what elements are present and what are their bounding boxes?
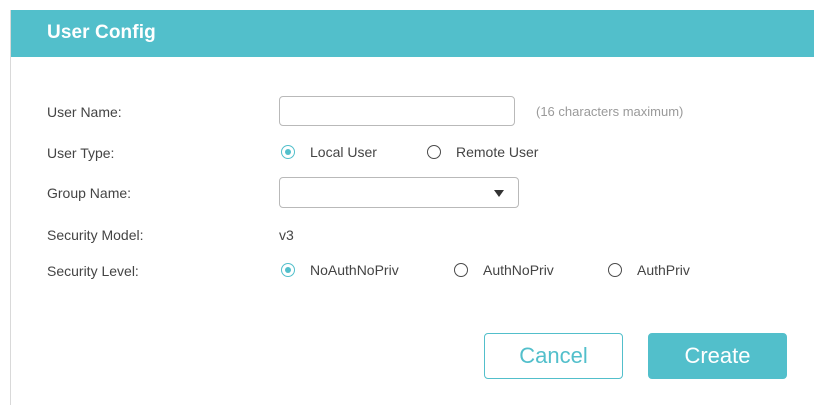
security-model-label: Security Model:	[47, 227, 144, 243]
user-name-input[interactable]	[279, 96, 515, 126]
radio-unchecked-icon	[454, 263, 468, 277]
radio-checked-icon	[281, 263, 295, 277]
security-level-label: Security Level:	[47, 263, 139, 279]
user-config-panel: User Config User Name: (16 characters ma…	[10, 10, 814, 405]
user-type-local-label: Local User	[310, 144, 377, 160]
user-name-label: User Name:	[47, 104, 122, 120]
group-name-label: Group Name:	[47, 185, 132, 201]
user-name-hint: (16 characters maximum)	[536, 104, 684, 119]
user-type-remote-label: Remote User	[456, 144, 539, 160]
radio-unchecked-icon	[608, 263, 622, 277]
group-name-select[interactable]	[279, 177, 519, 208]
radio-unchecked-icon	[427, 145, 441, 159]
panel-header: User Config	[11, 10, 814, 57]
user-type-local-radio[interactable]: Local User	[281, 144, 377, 160]
security-level-noauthnopriv-radio[interactable]: NoAuthNoPriv	[281, 262, 399, 278]
security-level-authpriv-label: AuthPriv	[637, 262, 690, 278]
security-level-authnopriv-label: AuthNoPriv	[483, 262, 554, 278]
cancel-button[interactable]: Cancel	[484, 333, 623, 379]
create-button[interactable]: Create	[648, 333, 787, 379]
security-level-authpriv-radio[interactable]: AuthPriv	[608, 262, 690, 278]
radio-checked-icon	[281, 145, 295, 159]
security-level-authnopriv-radio[interactable]: AuthNoPriv	[454, 262, 554, 278]
panel-title: User Config	[47, 22, 156, 43]
security-model-value: v3	[279, 227, 294, 243]
user-type-label: User Type:	[47, 145, 115, 161]
user-type-remote-radio[interactable]: Remote User	[427, 144, 538, 160]
security-level-noauthnopriv-label: NoAuthNoPriv	[310, 262, 399, 278]
triangle-down-icon	[494, 190, 504, 197]
